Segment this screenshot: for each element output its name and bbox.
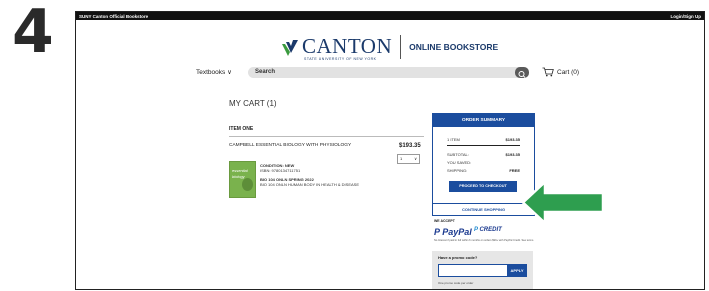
subtotal-row: SUBTOTAL: $193.35 bbox=[447, 152, 520, 157]
saved-row: YOU SAVED: bbox=[447, 160, 520, 165]
cover-art bbox=[242, 178, 253, 191]
store-name: SUNY Canton Official Bookstore bbox=[79, 13, 149, 19]
site-logo[interactable]: CANTON STATE UNIVERSITY OF NEW YORK ONLI… bbox=[281, 34, 499, 61]
cover-text-1: essential bbox=[232, 168, 248, 173]
search-icon bbox=[518, 71, 526, 78]
search-input[interactable]: Search bbox=[248, 67, 528, 78]
promo-note: One promo code per order bbox=[438, 281, 474, 285]
promo-code-input[interactable] bbox=[438, 264, 510, 277]
canton-mark-icon bbox=[281, 38, 299, 56]
screenshot-frame: SUNY Canton Official Bookstore Login/Sig… bbox=[75, 11, 705, 290]
paypal-label: PayPal bbox=[442, 227, 472, 237]
online-bookstore-label: ONLINE BOOKSTORE bbox=[409, 41, 499, 52]
shipping-row: SHIPPING: FREE bbox=[447, 168, 520, 173]
divider bbox=[229, 136, 424, 137]
summary-divider bbox=[447, 145, 520, 146]
items-label: 1 ITEM bbox=[447, 137, 460, 142]
we-accept-label: WE ACCEPT bbox=[434, 219, 455, 223]
quantity-value: 1 bbox=[400, 156, 403, 161]
subtotal-value: $193.35 bbox=[505, 152, 520, 157]
items-value: $193.35 bbox=[505, 137, 520, 142]
paypal-disclaimer: No Interest if paid in full within 6 mon… bbox=[434, 239, 534, 242]
proceed-to-checkout-button[interactable]: PROCEED TO CHECKOUT bbox=[449, 181, 517, 192]
item-section-title: ITEM ONE bbox=[229, 126, 254, 132]
cart-icon bbox=[542, 67, 554, 77]
step-number: 4 bbox=[12, 0, 54, 67]
cart-label: Cart (0) bbox=[557, 68, 580, 76]
search-placeholder: Search bbox=[255, 69, 276, 75]
top-bar: SUNY Canton Official Bookstore Login/Sig… bbox=[76, 12, 704, 20]
cart-link[interactable]: Cart (0) bbox=[542, 67, 579, 77]
page-title: MY CART (1) bbox=[229, 99, 277, 108]
logo-divider bbox=[400, 34, 402, 59]
product-price: $193.35 bbox=[399, 143, 421, 149]
brand-name: CANTON bbox=[302, 34, 393, 58]
summary-header: ORDER SUMMARY bbox=[433, 114, 534, 127]
promo-code-box: Have a promo code? APPLY One promo code … bbox=[432, 251, 533, 289]
book-cover-image: essential biology bbox=[229, 161, 256, 198]
apply-button[interactable]: APPLY bbox=[507, 264, 527, 277]
continue-shopping-button[interactable]: CONTINUE SHOPPING bbox=[432, 203, 535, 216]
shipping-label: SHIPPING: bbox=[447, 168, 468, 173]
login-link[interactable]: Login/Sign Up bbox=[671, 14, 702, 19]
nav-textbooks[interactable]: Textbooks ∨ bbox=[196, 68, 232, 76]
chevron-down-icon: ∨ bbox=[414, 156, 417, 161]
isbn-label: ISBN: 9780134711751 bbox=[260, 168, 301, 173]
promo-question: Have a promo code? bbox=[438, 255, 478, 260]
paypal-logo: P PayPal bbox=[434, 227, 472, 237]
summary-items-row: 1 ITEM $193.35 bbox=[447, 137, 520, 142]
paypal-credit-logo: P CREDIT bbox=[474, 227, 502, 233]
shipping-value: FREE bbox=[509, 168, 520, 173]
pointer-arrow-icon bbox=[521, 180, 605, 225]
paypal-credit-p-icon: P bbox=[474, 227, 478, 233]
saved-label: YOU SAVED: bbox=[447, 160, 472, 165]
credit-label: CREDIT bbox=[479, 227, 502, 233]
paypal-p-icon: P bbox=[434, 227, 440, 237]
subtotal-label: SUBTOTAL: bbox=[447, 152, 469, 157]
quantity-select[interactable]: 1 ∨ bbox=[397, 154, 420, 164]
search-button[interactable] bbox=[515, 67, 529, 78]
course-description: BIO 104 ONLN HUMAN BODY IN HEALTH & DISE… bbox=[260, 182, 359, 187]
product-title[interactable]: CAMPBELL ESSENTIAL BIOLOGY WITH PHYSIOLO… bbox=[229, 143, 351, 148]
cover-text-2: biology bbox=[232, 174, 245, 179]
order-summary: ORDER SUMMARY 1 ITEM $193.35 SUBTOTAL: $… bbox=[432, 113, 535, 209]
brand-tagline: STATE UNIVERSITY OF NEW YORK bbox=[304, 57, 377, 61]
